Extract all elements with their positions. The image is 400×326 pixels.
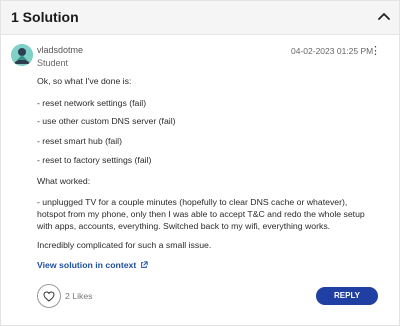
post-paragraph: - reset smart hub (fail) [37,136,122,146]
post-paragraph: - reset to factory settings (fail) [37,155,152,165]
post-paragraph: What worked: [37,176,91,186]
reply-button[interactable]: REPLY [316,287,378,305]
solutions-title: 1 Solution [11,9,79,25]
post-paragraph: - unplugged TV for a couple minutes (hop… [37,197,365,231]
view-solution-link[interactable]: View solution in context [37,260,148,270]
likes-count: 2 Likes [65,291,93,301]
solution-card: 1 Solution vladsdotme Student 04-02-2023… [0,0,400,326]
external-link-icon [141,261,148,268]
post-paragraph: - use other custom DNS server (fail) [37,116,176,126]
avatar-icon [11,44,33,66]
view-solution-label: View solution in context [37,260,137,270]
post-paragraph: Ok, so what I've done is: [37,76,132,86]
post-timestamp: 04-02-2023 01:25 PM [291,46,374,56]
author-username[interactable]: vladsdotme [37,45,83,55]
solutions-header[interactable]: 1 Solution [1,1,399,35]
avatar[interactable] [11,44,33,66]
author-role: Student [37,58,69,68]
post-paragraph: Incredibly complicated for such a small … [37,240,212,250]
kebab-menu-icon[interactable]: ⋮ [370,45,381,57]
like-button[interactable] [37,284,61,308]
post-paragraph: - reset network settings (fail) [37,98,147,108]
heart-icon [43,290,55,302]
chevron-up-icon[interactable] [377,10,391,24]
